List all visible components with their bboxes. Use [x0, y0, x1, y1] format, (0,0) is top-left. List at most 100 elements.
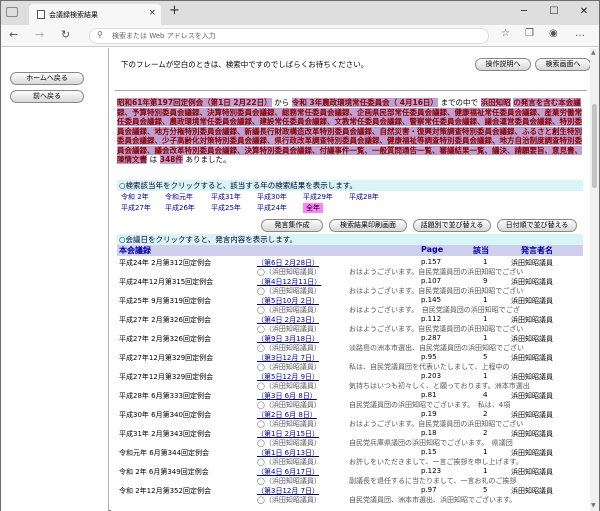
- year-link[interactable]: 平成31年: [211, 192, 241, 202]
- summary-keyword: 浜田知昭: [480, 98, 511, 107]
- page-number: p.95: [421, 353, 437, 361]
- speaker-name: 浜田知昭議員: [511, 354, 553, 362]
- hit-count: 1: [483, 467, 488, 475]
- sort-by-date-button[interactable]: 日付順で並び替える: [497, 219, 577, 232]
- session-name: 平成30年 6月第340回定例会: [119, 411, 211, 419]
- year-link[interactable]: 令和 2年: [121, 192, 149, 202]
- speaker-label: ◯（浜田知昭議員）: [257, 496, 321, 504]
- page-number: p.19: [421, 410, 437, 418]
- speaker-name: 浜田知昭議員: [511, 487, 553, 495]
- hit-count: 1: [483, 448, 488, 456]
- hit-count: 1: [483, 296, 488, 304]
- page-favicon-icon: [37, 10, 45, 19]
- scroll-up-icon[interactable]: ▲: [591, 49, 596, 56]
- back-button[interactable]: 前へ戻る: [10, 90, 84, 103]
- session-name: 平成31年 2月第343回定例会: [119, 430, 211, 438]
- home-button[interactable]: ホームへ戻る: [10, 72, 84, 85]
- summary-from: 昭和61年第197回定例会（第1日 2月22日）: [117, 98, 272, 107]
- year-link[interactable]: 令和元年: [165, 192, 193, 202]
- maximize-button[interactable]: ☐: [539, 1, 569, 25]
- profile-icon[interactable]: ◉: [549, 28, 558, 39]
- table-row: 平成28年 6月第333回定例会 （第3日 6月 8日） p.81 4 浜田知昭議員 ◯（…: [117, 389, 583, 409]
- vertical-scrollbar[interactable]: ▲ ▼: [590, 48, 599, 511]
- header-count: 該当: [473, 246, 489, 255]
- year-link[interactable]: 平成27年: [121, 203, 151, 213]
- table-row: 平成24年12月第315回定例会 （第4日12月11日） p.107 9 浜田知昭議員 ◯…: [117, 275, 583, 295]
- create-speech-collection-button[interactable]: 発言集作成: [261, 219, 323, 232]
- page-number: p.123: [421, 467, 442, 475]
- address-placeholder: 検索または Web アドレスを入力: [112, 32, 216, 40]
- year-link[interactable]: 平成28年: [349, 192, 379, 202]
- session-name: 平成27年 2月第326回定例会: [119, 316, 211, 324]
- table-row: 平成27年 2月第326回定例会 （第4日 2月23日） p.112 1 浜田知昭議員 ◯…: [117, 313, 583, 333]
- scroll-down-icon[interactable]: ▼: [591, 502, 596, 509]
- session-name: 令和 2年 6月第349回定例会: [119, 468, 209, 476]
- close-window-button[interactable]: ✕: [569, 1, 599, 25]
- print-screen-button[interactable]: 検索結果印刷画面: [329, 219, 407, 232]
- hit-count: 1: [483, 334, 488, 342]
- minimize-button[interactable]: ─: [509, 1, 539, 25]
- help-button[interactable]: 操作説明へ: [475, 58, 531, 71]
- tab-bar: 会議録検索結果 × + ─ ☐ ✕: [1, 1, 599, 25]
- page-number: p.287: [421, 334, 442, 342]
- table-row: 平成27年 2月第326回定例会 （第9日 3月18日） p.287 1 浜田知昭議員 ◯…: [117, 332, 583, 352]
- tab-actions-icon[interactable]: [6, 7, 18, 17]
- table-row: 平成30年 6月第340回定例会 （第2日 6月 8日） p.19 2 浜田知昭議員 ◯（…: [117, 408, 583, 428]
- table-row: 平成27年12月第329回定例会 （第5日12月 9日） p.203 1 浜田知昭議員 ◯…: [117, 370, 583, 390]
- left-frame: ホームへ戻る 前へ戻る: [1, 48, 109, 511]
- year-link[interactable]: 平成26年: [165, 203, 195, 213]
- back-icon[interactable]: ←: [9, 28, 18, 41]
- summary-conj2: までの中で: [440, 98, 479, 107]
- summary-conj1: から: [274, 98, 290, 107]
- header-type: 本会議録: [119, 246, 151, 255]
- hit-count: 1: [483, 372, 488, 380]
- search-icon: ⚲: [97, 30, 103, 39]
- hit-count: 9: [483, 277, 488, 285]
- page-number: p.203: [421, 372, 442, 380]
- year-link-all[interactable]: 全年: [303, 203, 323, 213]
- session-name: 平成28年 6月第333回定例会: [119, 392, 211, 400]
- hit-count: 4: [483, 391, 488, 399]
- summary-count: 348件: [159, 155, 183, 164]
- hit-count: 1: [483, 258, 488, 266]
- speaker-name: 浜田知昭議員: [511, 468, 553, 476]
- sort-by-topic-button[interactable]: 話題別で並び替える: [413, 219, 491, 232]
- session-name: 平成24年12月第315回定例会: [119, 278, 214, 286]
- divider: [115, 90, 587, 91]
- favorite-star-icon[interactable]: ☆: [501, 28, 510, 39]
- reload-icon[interactable]: ↻: [61, 28, 70, 41]
- new-tab-button[interactable]: +: [169, 3, 180, 18]
- hit-count: 1: [483, 315, 488, 323]
- page-number: p.18: [421, 429, 437, 437]
- more-icon[interactable]: …: [575, 28, 585, 39]
- year-link[interactable]: 平成29年: [303, 192, 333, 202]
- address-bar[interactable]: ⚲ 検索または Web アドレスを入力: [89, 28, 489, 44]
- hit-count: 5: [483, 486, 488, 494]
- table-row: 平成25年 9月第319回定例会 （第5日10月 2日） p.145 1 浜田知昭議員 ◯…: [117, 294, 583, 314]
- window-controls: ─ ☐ ✕: [509, 1, 599, 25]
- page-number: p.15: [421, 448, 437, 456]
- hit-count: 2: [483, 410, 488, 418]
- session-name: 平成27年 2月第326回定例会: [119, 335, 211, 343]
- tab-close-icon[interactable]: ×: [148, 8, 156, 18]
- search-screen-button[interactable]: 検索画面へ: [535, 58, 591, 71]
- hit-count: 2: [483, 429, 488, 437]
- table-row: 平成27年12月第329回定例会 （第3日12月 7日） p.95 5 浜田知昭議員 ◯（…: [117, 351, 583, 371]
- table-row: 令和元年 6月第344回定例会 （第1日 6月13日） p.15 1 浜田知昭議員 ◯（浜…: [117, 446, 583, 466]
- page-number: p.81: [421, 391, 437, 399]
- collections-icon[interactable]: ❐: [525, 28, 534, 39]
- tab-search-results[interactable]: 会議録検索結果 ×: [29, 4, 161, 25]
- session-name: 平成27年12月第329回定例会: [119, 373, 214, 381]
- search-summary: 昭和61年第197回定例会（第1日 2月22日） から 令和 3年農政環境常任委…: [117, 98, 583, 165]
- year-link[interactable]: 平成25年: [211, 203, 241, 213]
- session-name: 平成25年 9月第319回定例会: [119, 297, 211, 305]
- year-link[interactable]: 平成24年: [257, 203, 287, 213]
- forward-icon[interactable]: →: [35, 28, 44, 41]
- summary-conj3: は: [149, 155, 158, 164]
- page-number: p.157: [421, 258, 442, 266]
- scroll-thumb[interactable]: [592, 104, 597, 188]
- table-row: 令和 2年 6月第349回定例会 （第4日 6月17日） p.123 1 浜田知昭議員 ◯…: [117, 465, 583, 485]
- year-link[interactable]: 平成30年: [257, 192, 287, 202]
- header-speaker: 発言者名: [521, 246, 553, 255]
- loading-notice: 下のフレームが空白のときは、検索中ですのでしばらくお待ちください。: [121, 60, 369, 69]
